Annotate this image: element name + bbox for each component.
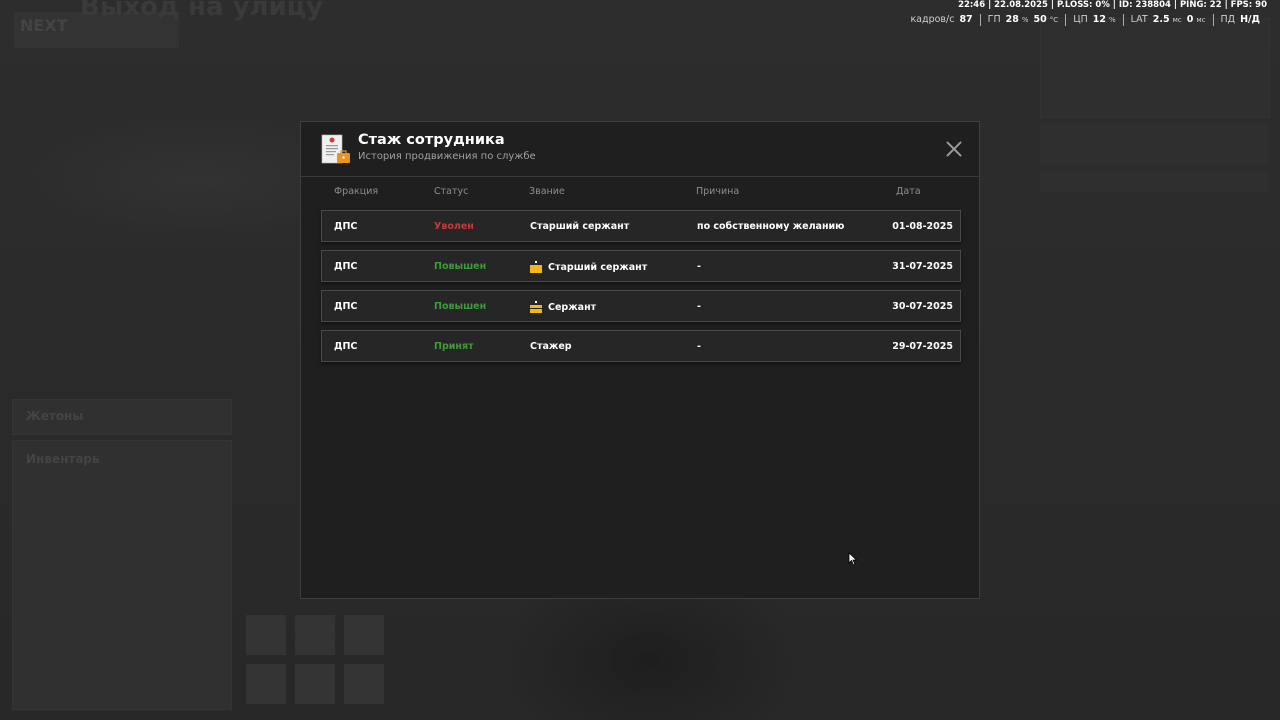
- status-cell: Уволен: [434, 221, 474, 232]
- date-cell: 30-07-2025: [892, 301, 953, 312]
- table-row: ДПС Уволен Старший сержант по собственно…: [321, 210, 961, 242]
- rank-label: Стажер: [530, 341, 572, 352]
- fps-stat: кадров/с 87: [903, 14, 979, 26]
- background-slot: [295, 615, 335, 655]
- status-cell: Принят: [434, 341, 474, 352]
- table-row: ДПС Принят Стажер - 29-07-2025: [321, 330, 961, 362]
- background-jetons-label: Жетоны: [26, 409, 84, 423]
- rank-cell: Старший сержант: [530, 261, 647, 273]
- sergeant-insignia-icon: [530, 301, 542, 313]
- column-header-rank: Звание: [529, 186, 565, 197]
- document-icon: [321, 134, 350, 164]
- modal-header: Стаж сотрудника История продвижения по с…: [301, 122, 979, 177]
- pd-value: Н/Д: [1240, 14, 1260, 25]
- rank-cell: Сержант: [530, 301, 596, 313]
- background-slot: [344, 664, 384, 704]
- latency-stat: LAT 2.5 мс 0 мс: [1122, 14, 1213, 26]
- pd-label: ПД: [1220, 14, 1236, 25]
- date-cell: 29-07-2025: [892, 341, 953, 352]
- column-header-faction: Фракция: [334, 186, 379, 197]
- mouse-cursor-icon: [848, 552, 858, 566]
- cpu-load-unit: %: [1108, 16, 1116, 24]
- faction-cell: ДПС: [334, 341, 358, 352]
- history-table: ДПС Уволен Старший сержант по собственно…: [321, 210, 961, 370]
- background-slot: [295, 664, 335, 704]
- gpu-temp-unit: °C: [1049, 16, 1059, 24]
- table-header: Фракция Статус Звание Причина Дата: [321, 186, 961, 200]
- status-cell: Повышен: [434, 261, 487, 272]
- cpu-label: ЦП: [1073, 14, 1088, 25]
- lat-value-2: 0: [1186, 14, 1194, 25]
- gpu-stat: ГП 28 % 50 °C: [979, 14, 1066, 26]
- background-hud-panel-3: [1040, 172, 1268, 192]
- background-slot: [246, 615, 286, 655]
- rank-label: Старший сержант: [530, 221, 630, 232]
- background-hud-panel-2: [1040, 124, 1268, 164]
- performance-overlay: кадров/с 87 ГП 28 % 50 °C ЦП 12 % LAT 2.5 мс 0…: [903, 14, 1267, 26]
- lat-value: 2.5: [1152, 14, 1170, 25]
- pd-stat: ПД Н/Д: [1212, 14, 1267, 26]
- rank-cell: Стажер: [530, 341, 572, 352]
- employee-seniority-modal: Стаж сотрудника История продвижения по с…: [300, 121, 980, 599]
- background-quest-title: Выход на улицу: [80, 0, 324, 22]
- gpu-label: ГП: [987, 14, 1001, 25]
- server-info-line: 22:46 | 22.08.2025 | P.LOSS: 0% | ID: 23…: [958, 0, 1267, 10]
- lat-label: LAT: [1130, 14, 1148, 25]
- reason-cell: -: [697, 301, 701, 312]
- lat-unit-2: мс: [1196, 16, 1206, 24]
- faction-cell: ДПС: [334, 261, 358, 272]
- rank-label: Старший сержант: [548, 261, 648, 273]
- date-cell: 01-08-2025: [892, 221, 953, 232]
- background-slot: [246, 664, 286, 704]
- cpu-load: 12: [1092, 14, 1106, 25]
- gpu-load-unit: %: [1021, 16, 1029, 24]
- fps-label: кадров/с: [910, 14, 955, 25]
- table-row: ДПС Повышен Сержант - 30-07-2025: [321, 290, 961, 322]
- rank-cell: Старший сержант: [530, 221, 629, 232]
- faction-cell: ДПС: [334, 221, 358, 232]
- modal-title: Стаж сотрудника: [358, 132, 505, 148]
- column-header-date: Дата: [896, 186, 921, 197]
- reason-cell: -: [697, 261, 701, 272]
- gpu-load: 28: [1005, 14, 1019, 25]
- cpu-stat: ЦП 12 %: [1065, 14, 1122, 26]
- background-slot: [344, 615, 384, 655]
- column-header-reason: Причина: [696, 186, 740, 197]
- background-hud-panel: [1040, 18, 1270, 118]
- column-header-status: Статус: [434, 186, 469, 197]
- status-cell: Повышен: [434, 301, 487, 312]
- faction-cell: ДПС: [334, 301, 358, 312]
- modal-subtitle: История продвижения по службе: [358, 151, 536, 162]
- fps-value: 87: [959, 14, 973, 25]
- date-cell: 31-07-2025: [892, 261, 953, 272]
- reason-cell: -: [697, 341, 701, 352]
- background-inventory-label: Инвентарь: [26, 452, 100, 466]
- close-icon[interactable]: [943, 138, 965, 160]
- gpu-temp: 50: [1033, 14, 1047, 25]
- table-row: ДПС Повышен Старший сержант - 31-07-2025: [321, 250, 961, 282]
- rank-label: Сержант: [548, 301, 597, 313]
- background-inventory-panel: [12, 440, 232, 710]
- lat-unit: мс: [1172, 16, 1182, 24]
- server-logo: NEXT: [20, 16, 68, 35]
- reason-cell: по собственному желанию: [697, 221, 845, 232]
- senior-sergeant-insignia-icon: [530, 261, 542, 273]
